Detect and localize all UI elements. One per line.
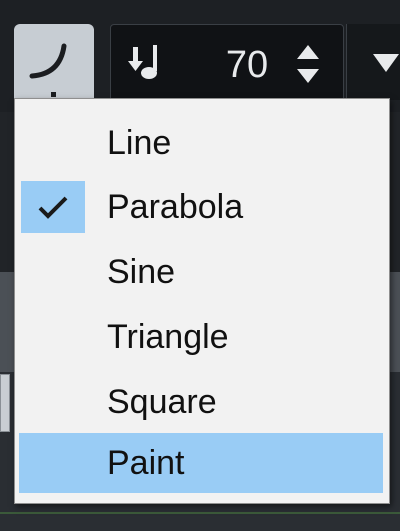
stepper-up-icon[interactable]	[297, 45, 319, 59]
lane-field	[0, 374, 10, 432]
menu-item-label: Parabola	[107, 188, 244, 226]
lane-divider	[0, 512, 400, 514]
menu-item-label: Triangle	[107, 318, 229, 356]
curve-icon	[29, 43, 67, 97]
curve-type-button[interactable]	[14, 24, 94, 106]
check-cell	[21, 437, 85, 489]
menu-item-square[interactable]: Square	[19, 372, 383, 432]
velocity-value[interactable]: 70	[207, 43, 287, 87]
options-dropdown-button[interactable]	[346, 24, 400, 100]
menu-item-label: Square	[107, 383, 217, 421]
check-cell	[21, 117, 85, 169]
app-window: 70 Line Parabola Sine Triangle Square Pa…	[0, 0, 400, 531]
stepper-down-icon[interactable]	[297, 69, 319, 83]
velocity-panel: 70	[110, 24, 344, 102]
curve-type-menu: Line Parabola Sine Triangle Square Paint	[14, 98, 390, 504]
check-cell	[21, 181, 85, 233]
menu-item-label: Sine	[107, 253, 176, 291]
menu-item-sine[interactable]: Sine	[19, 242, 383, 302]
menu-item-paint[interactable]: Paint	[19, 433, 383, 493]
menu-item-label: Paint	[107, 444, 185, 482]
check-cell	[21, 376, 85, 428]
velocity-stepper[interactable]	[293, 39, 323, 89]
menu-item-parabola[interactable]: Parabola	[19, 177, 383, 237]
menu-item-label: Line	[107, 124, 172, 162]
dropdown-triangle-icon	[373, 54, 399, 72]
check-cell	[21, 311, 85, 363]
menu-item-line[interactable]: Line	[19, 113, 383, 173]
check-cell	[21, 246, 85, 298]
menu-item-triangle[interactable]: Triangle	[19, 307, 383, 367]
checkmark-icon	[38, 196, 68, 219]
note-velocity-icon	[128, 45, 157, 79]
